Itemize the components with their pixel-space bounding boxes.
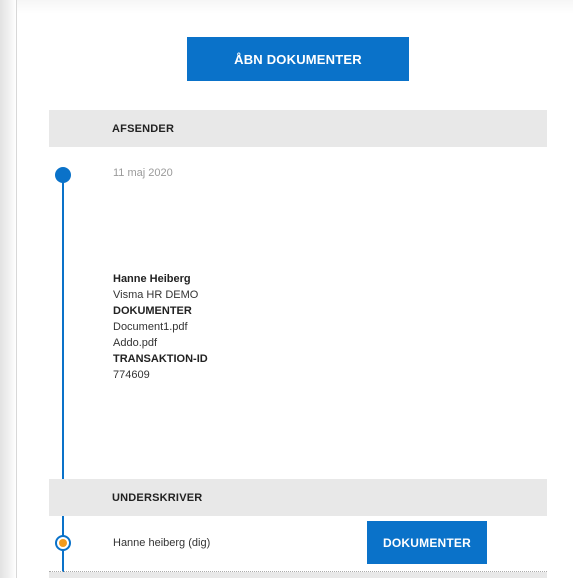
sender-section-header: AFSENDER (49, 110, 547, 147)
open-documents-button[interactable]: ÅBN DOKUMENTER (187, 37, 409, 81)
transaction-id-label: TRANSAKTION-ID (113, 353, 208, 365)
sender-organization: Visma HR DEMO (113, 289, 199, 301)
next-section-band (49, 572, 547, 578)
document-status-card: ÅBN DOKUMENTER AFSENDER 11 maj 2020 Hann… (17, 0, 573, 578)
timeline-completed-dot (55, 167, 71, 183)
left-shadow (0, 0, 16, 578)
transaction-id-value: 774609 (113, 369, 150, 381)
document-item: Addo.pdf (113, 337, 158, 349)
signer-section-header: UNDERSKRIVER (49, 479, 547, 516)
document-item: Document1.pdf (113, 321, 188, 333)
sender-name: Hanne Heiberg (113, 273, 191, 285)
signer-header-label: UNDERSKRIVER (112, 491, 203, 504)
sent-date: 11 maj 2020 (113, 167, 173, 179)
signer-row: Hanne heiberg (dig) DOKUMENTER (49, 516, 547, 570)
documents-label: DOKUMENTER (113, 305, 192, 317)
signer-name: Hanne heiberg (dig) (113, 537, 211, 549)
sender-details: Hanne Heiberg Visma HR DEMO DOKUMENTER D… (113, 271, 208, 383)
signer-documents-button[interactable]: DOKUMENTER (367, 521, 487, 564)
sender-header-label: AFSENDER (112, 122, 175, 135)
